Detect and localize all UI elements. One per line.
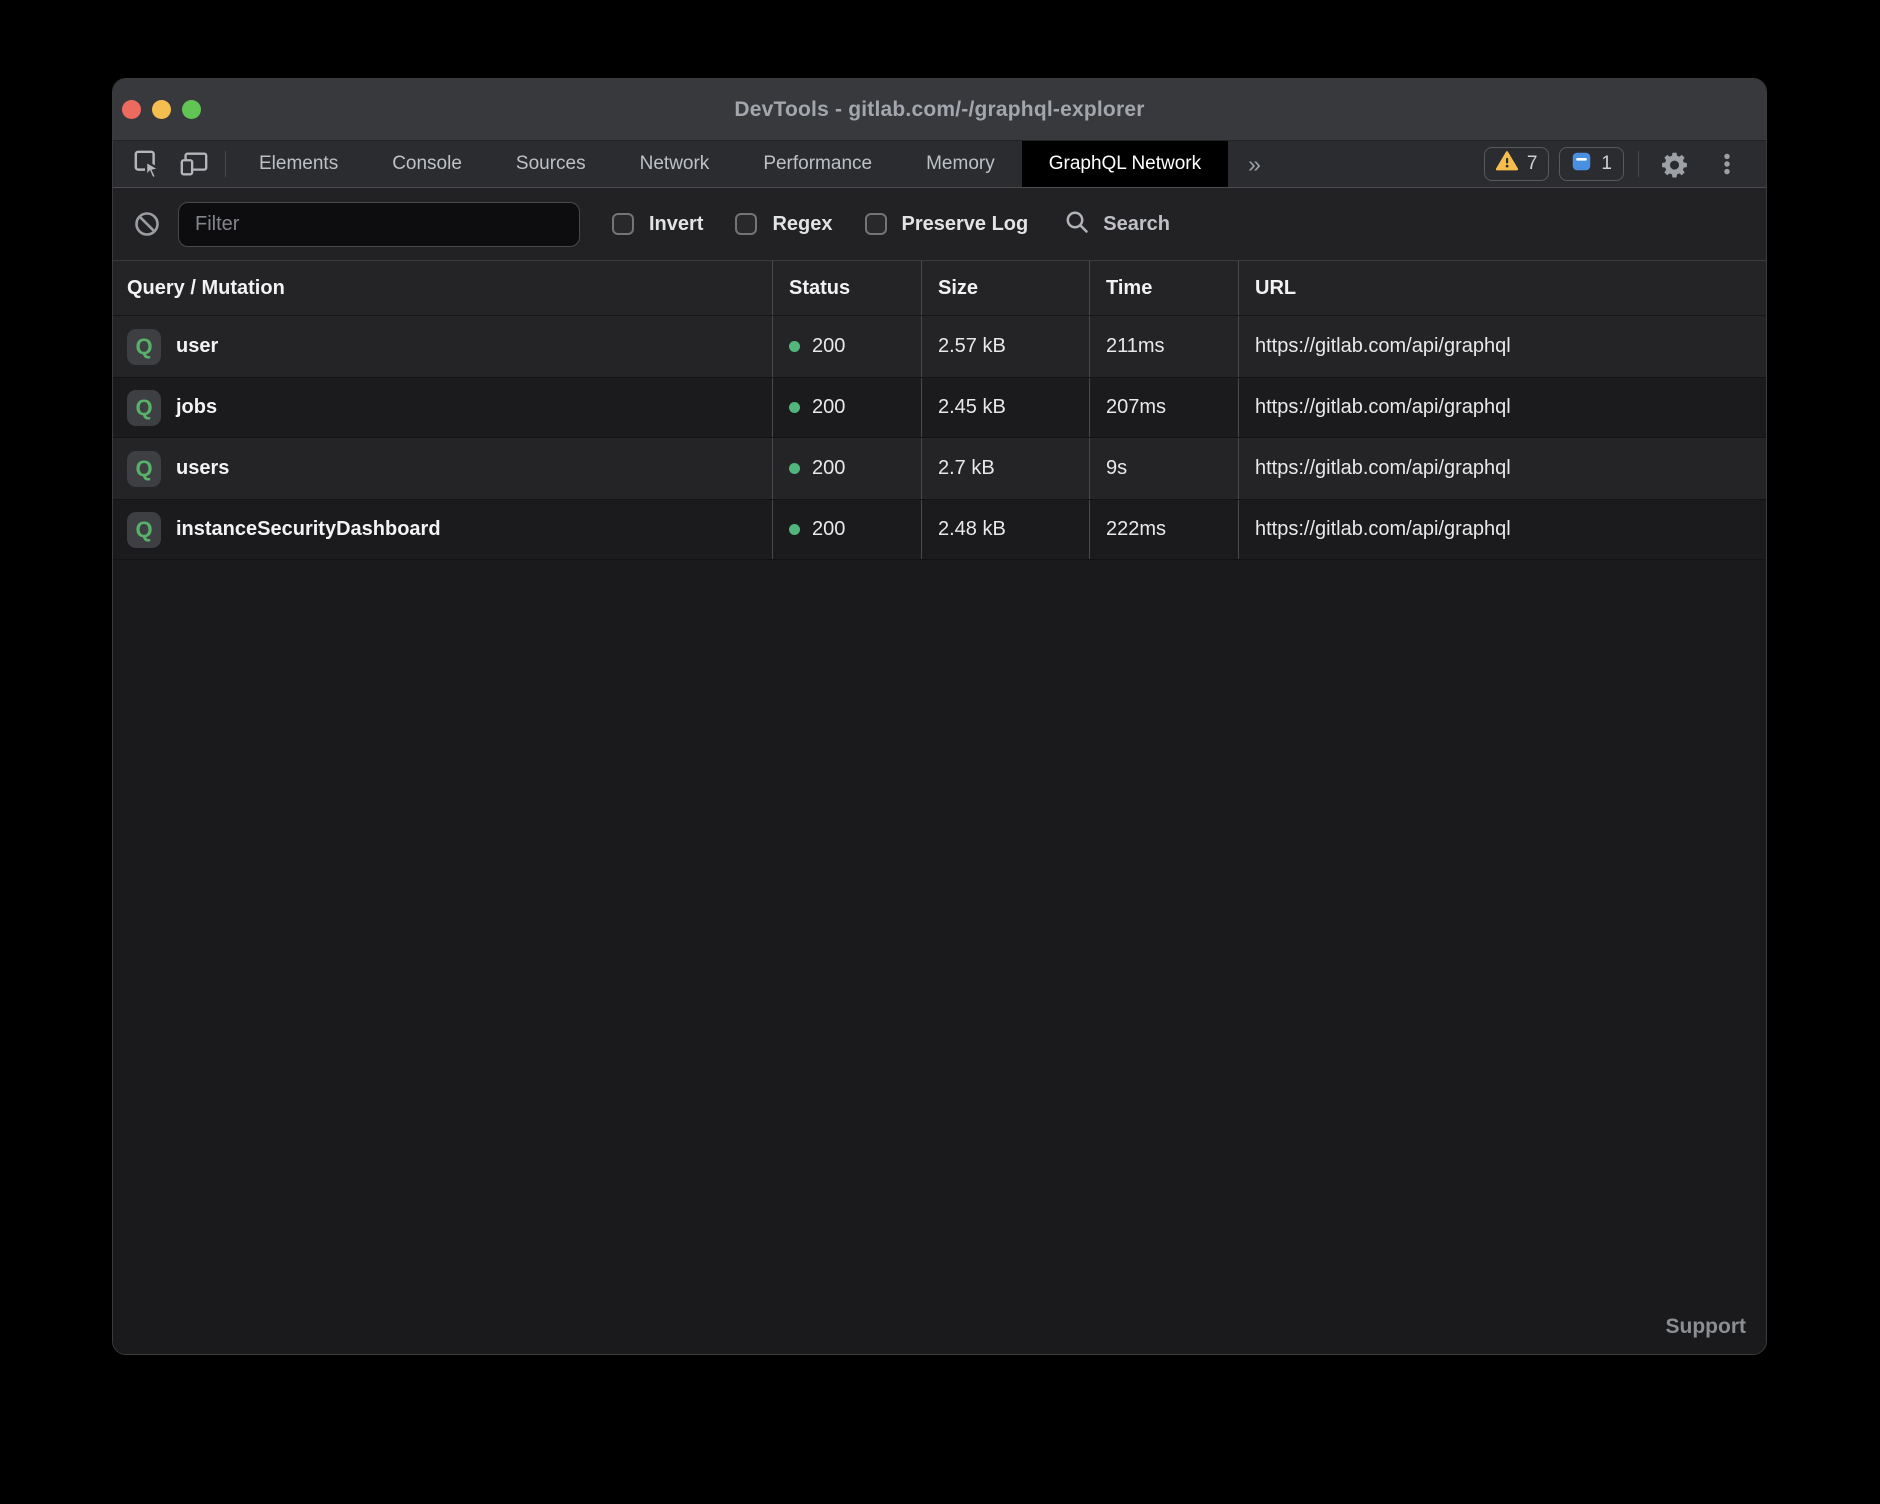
- request-url: https://gitlab.com/api/graphql: [1255, 335, 1511, 358]
- request-name: user: [176, 335, 218, 358]
- warning-triangle-icon: [1496, 151, 1518, 177]
- request-name: users: [176, 457, 229, 480]
- issues-message-icon: [1571, 151, 1592, 178]
- devtools-tab-bar: Elements Console Sources Network Perform…: [113, 141, 1766, 188]
- devtools-window: DevTools - gitlab.com/-/graphql-explorer…: [112, 78, 1767, 1355]
- request-url: https://gitlab.com/api/graphql: [1255, 457, 1511, 480]
- more-tabs-chevron-icon[interactable]: »: [1228, 141, 1281, 187]
- table-header: Query / Mutation Status Size Time URL: [113, 261, 1766, 316]
- query-type-badge: Q: [127, 451, 161, 487]
- minimize-button[interactable]: [152, 100, 171, 119]
- tab-sources[interactable]: Sources: [489, 141, 613, 187]
- request-time: 9s: [1106, 457, 1127, 480]
- request-size: 2.7 kB: [938, 457, 995, 480]
- column-header-time[interactable]: Time: [1089, 261, 1238, 315]
- status-dot-icon: [789, 524, 800, 535]
- traffic-lights: [122, 79, 201, 140]
- column-header-status[interactable]: Status: [772, 261, 921, 315]
- toolbar-separator: [1638, 151, 1639, 177]
- table-row[interactable]: Q user 200 2.57 kB 211ms https://gitlab.…: [113, 316, 1766, 377]
- regex-checkbox[interactable]: [735, 213, 757, 235]
- table-row[interactable]: Q users 200 2.7 kB 9s https://gitlab.com…: [113, 438, 1766, 499]
- status-code: 200: [812, 396, 845, 419]
- query-type-badge: Q: [127, 390, 161, 426]
- status-dot-icon: [789, 341, 800, 352]
- regex-checkbox-group[interactable]: Regex: [735, 213, 832, 236]
- query-type-badge: Q: [127, 512, 161, 548]
- table-row[interactable]: Q instanceSecurityDashboard 200 2.48 kB …: [113, 499, 1766, 560]
- tab-network[interactable]: Network: [613, 141, 737, 187]
- status-dot-icon: [789, 463, 800, 474]
- table-row[interactable]: Q jobs 200 2.45 kB 207ms https://gitlab.…: [113, 377, 1766, 438]
- close-button[interactable]: [122, 100, 141, 119]
- invert-checkbox-group[interactable]: Invert: [612, 213, 703, 236]
- issues-badge[interactable]: 1: [1559, 147, 1624, 181]
- zoom-button[interactable]: [182, 100, 201, 119]
- clear-block-icon[interactable]: [133, 210, 161, 238]
- request-time: 211ms: [1106, 335, 1165, 358]
- request-url: https://gitlab.com/api/graphql: [1255, 396, 1511, 419]
- column-header-url[interactable]: URL: [1238, 261, 1766, 315]
- warnings-count: 7: [1527, 153, 1538, 175]
- kebab-menu-icon[interactable]: [1706, 151, 1748, 177]
- settings-gear-icon[interactable]: [1653, 151, 1696, 178]
- preserve-log-checkbox-group[interactable]: Preserve Log: [865, 213, 1029, 236]
- filter-input[interactable]: [178, 202, 580, 247]
- warnings-badge[interactable]: 7: [1484, 147, 1550, 181]
- request-url: https://gitlab.com/api/graphql: [1255, 518, 1511, 541]
- filter-bar: Invert Regex Preserve Log Search: [113, 188, 1766, 261]
- regex-label: Regex: [772, 213, 832, 236]
- preserve-log-label: Preserve Log: [902, 213, 1029, 236]
- title-bar: DevTools - gitlab.com/-/graphql-explorer: [113, 79, 1766, 141]
- toolbar-separator: [225, 151, 226, 177]
- invert-label: Invert: [649, 213, 703, 236]
- support-link[interactable]: Support: [1666, 1315, 1746, 1339]
- toolbar-left-icons: [113, 141, 225, 187]
- window-title: DevTools - gitlab.com/-/graphql-explorer: [734, 98, 1144, 122]
- tab-graphql-network[interactable]: GraphQL Network: [1022, 141, 1228, 187]
- request-size: 2.48 kB: [938, 518, 1006, 541]
- request-size: 2.45 kB: [938, 396, 1006, 419]
- tab-elements[interactable]: Elements: [232, 141, 365, 187]
- issues-count: 1: [1601, 153, 1612, 175]
- device-toolbar-icon[interactable]: [179, 149, 209, 179]
- column-header-size[interactable]: Size: [921, 261, 1089, 315]
- preserve-log-checkbox[interactable]: [865, 213, 887, 235]
- inspect-element-icon[interactable]: [133, 149, 163, 179]
- column-header-query-mutation[interactable]: Query / Mutation: [113, 261, 772, 315]
- request-name: instanceSecurityDashboard: [176, 518, 441, 541]
- status-dot-icon: [789, 402, 800, 413]
- search-control[interactable]: Search: [1064, 209, 1170, 240]
- tab-memory[interactable]: Memory: [899, 141, 1022, 187]
- search-label: Search: [1103, 213, 1170, 236]
- status-code: 200: [812, 518, 845, 541]
- tab-console[interactable]: Console: [365, 141, 489, 187]
- request-name: jobs: [176, 396, 217, 419]
- status-code: 200: [812, 457, 845, 480]
- search-icon: [1064, 209, 1090, 240]
- panel-empty-area: Support: [113, 560, 1766, 1354]
- tab-performance[interactable]: Performance: [736, 141, 899, 187]
- status-code: 200: [812, 335, 845, 358]
- query-type-badge: Q: [127, 329, 161, 365]
- request-size: 2.57 kB: [938, 335, 1006, 358]
- request-time: 222ms: [1106, 518, 1166, 541]
- invert-checkbox[interactable]: [612, 213, 634, 235]
- toolbar-right-group: 7 1: [1484, 141, 1766, 187]
- request-time: 207ms: [1106, 396, 1166, 419]
